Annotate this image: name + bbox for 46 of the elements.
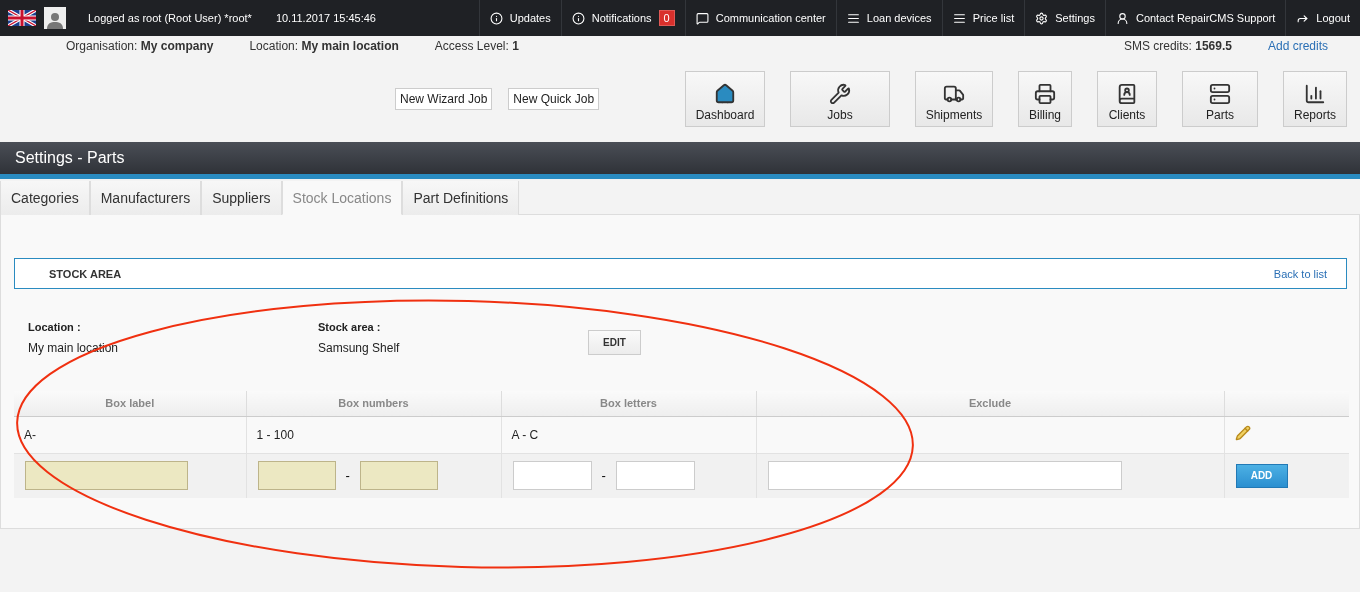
nav-link[interactable]: Notifications 0 <box>560 0 685 36</box>
column-header: Box letters <box>501 391 756 416</box>
nav-link[interactable]: Communication center <box>684 0 836 36</box>
module-button[interactable]: Clients <box>1097 71 1157 127</box>
tab[interactable]: Stock Locations <box>281 181 403 215</box>
table-cell: A - C <box>501 416 756 453</box>
nav-link[interactable]: Logout <box>1285 0 1360 36</box>
info-text: Organisation: My company <box>66 39 214 53</box>
info-text: Access Level: 1 <box>434 39 519 53</box>
sms-credits: SMS credits: 1569.5 <box>1123 39 1232 53</box>
field-label: Location : <box>28 321 82 333</box>
user-label: Logged as root (Root User) *root* <box>88 12 252 24</box>
nav-link[interactable]: Settings <box>1024 0 1105 36</box>
page-title: Settings - Parts <box>15 149 125 167</box>
add-credits-link[interactable]: Add credits <box>1267 39 1328 53</box>
range-separator: - <box>345 468 350 484</box>
module-button[interactable]: Jobs <box>790 71 890 127</box>
tab[interactable]: Manufacturers <box>89 181 202 215</box>
edit-button[interactable]: EDIT <box>588 330 641 355</box>
tab[interactable]: Categories <box>0 181 90 215</box>
column-header: Exclude <box>756 391 1224 416</box>
date-time: 10.11.2017 15:45:46 <box>275 12 376 24</box>
nav-link[interactable]: Contact RepairCMS Support <box>1104 0 1286 36</box>
nav-link[interactable]: Updates <box>478 0 561 36</box>
module-button[interactable]: Shipments <box>915 71 993 127</box>
tab[interactable]: Part Definitions <box>402 181 520 215</box>
section-title: STOCK AREA <box>49 267 122 280</box>
field-value: Samsung Shelf <box>318 341 401 355</box>
new-job-button[interactable]: New Quick Job <box>508 88 600 110</box>
new-job-button[interactable]: New Wizard Job <box>395 88 493 110</box>
module-button[interactable]: Billing <box>1018 71 1072 127</box>
table-cell: 1 - 100 <box>246 416 501 453</box>
tab[interactable]: Suppliers <box>201 181 282 215</box>
table-cell: A- <box>14 416 246 453</box>
column-header: Box numbers <box>246 391 501 416</box>
back-link[interactable]: Back to list <box>1273 267 1327 280</box>
range-separator: - <box>601 468 606 484</box>
info-text: Location: My main location <box>249 39 399 53</box>
module-button[interactable]: Reports <box>1283 71 1347 127</box>
column-header: Box label <box>14 391 246 416</box>
nav-link[interactable]: Loan devices <box>835 0 942 36</box>
notification-badge: 0 <box>658 10 675 26</box>
nav-link[interactable]: Price list <box>941 0 1025 36</box>
module-button[interactable]: Parts <box>1182 71 1258 127</box>
module-button[interactable]: Dashboard <box>685 71 765 127</box>
field-label: Stock area : <box>318 321 382 333</box>
